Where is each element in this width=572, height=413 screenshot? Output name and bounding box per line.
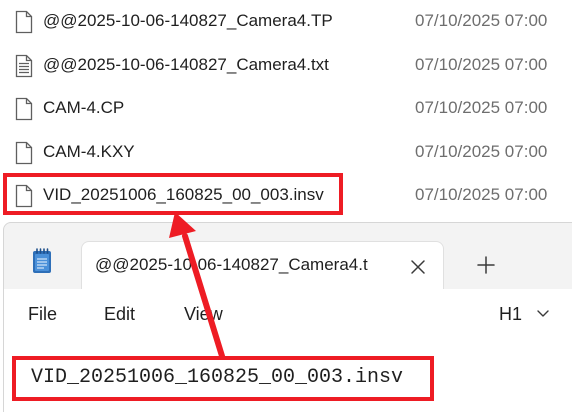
text-editor[interactable]: VID_20251006_160825_00_003.insv [4, 345, 572, 413]
file-name: CAM-4.CP [43, 98, 125, 117]
menu-file[interactable]: File [28, 304, 57, 325]
blank-file-icon [15, 184, 33, 208]
file-list: @@2025-10-06-140827_Camera4.TP 07/10/202… [0, 0, 572, 222]
blank-file-icon [15, 10, 33, 34]
file-date: 07/10/2025 07:00 [415, 11, 548, 30]
blank-file-icon [15, 97, 33, 121]
close-icon[interactable] [405, 254, 431, 280]
tab-document[interactable]: @@2025-10-06-140827_Camera4.t [81, 241, 444, 289]
file-date: 07/10/2025 07:00 [415, 55, 548, 74]
new-tab-plus-icon[interactable] [473, 252, 499, 278]
file-date: 07/10/2025 07:00 [415, 142, 548, 161]
file-row[interactable]: CAM-4.CP 07/10/2025 07:00 [0, 89, 572, 129]
file-date: 07/10/2025 07:00 [415, 98, 548, 117]
text-file-icon [15, 54, 33, 78]
file-name: VID_20251006_160825_00_003.insv [43, 185, 324, 204]
blank-file-icon [15, 141, 33, 165]
file-row[interactable]: CAM-4.KXY 07/10/2025 07:00 [0, 133, 572, 173]
file-row[interactable]: @@2025-10-06-140827_Camera4.txt 07/10/20… [0, 46, 572, 86]
menu-view[interactable]: View [184, 304, 223, 325]
file-name: @@2025-10-06-140827_Camera4.txt [43, 55, 329, 74]
notepad-app-icon [33, 248, 51, 273]
notepad-window: @@2025-10-06-140827_Camera4.t File Edit … [3, 222, 572, 413]
editor-text-line: VID_20251006_160825_00_003.insv [31, 366, 404, 389]
menu-edit[interactable]: Edit [104, 304, 135, 325]
file-date: 07/10/2025 07:00 [415, 185, 548, 204]
menu-bar: File Edit View H1 [4, 289, 572, 345]
file-row[interactable]: @@2025-10-06-140827_Camera4.TP 07/10/202… [0, 2, 572, 42]
chevron-down-icon[interactable] [536, 306, 550, 320]
file-name: CAM-4.KXY [43, 142, 135, 161]
heading-dropdown[interactable]: H1 [499, 304, 522, 325]
tab-title: @@2025-10-06-140827_Camera4.t [95, 255, 368, 274]
file-name: @@2025-10-06-140827_Camera4.TP [43, 11, 333, 30]
file-row-selected-insv[interactable]: VID_20251006_160825_00_003.insv 07/10/20… [0, 176, 572, 216]
